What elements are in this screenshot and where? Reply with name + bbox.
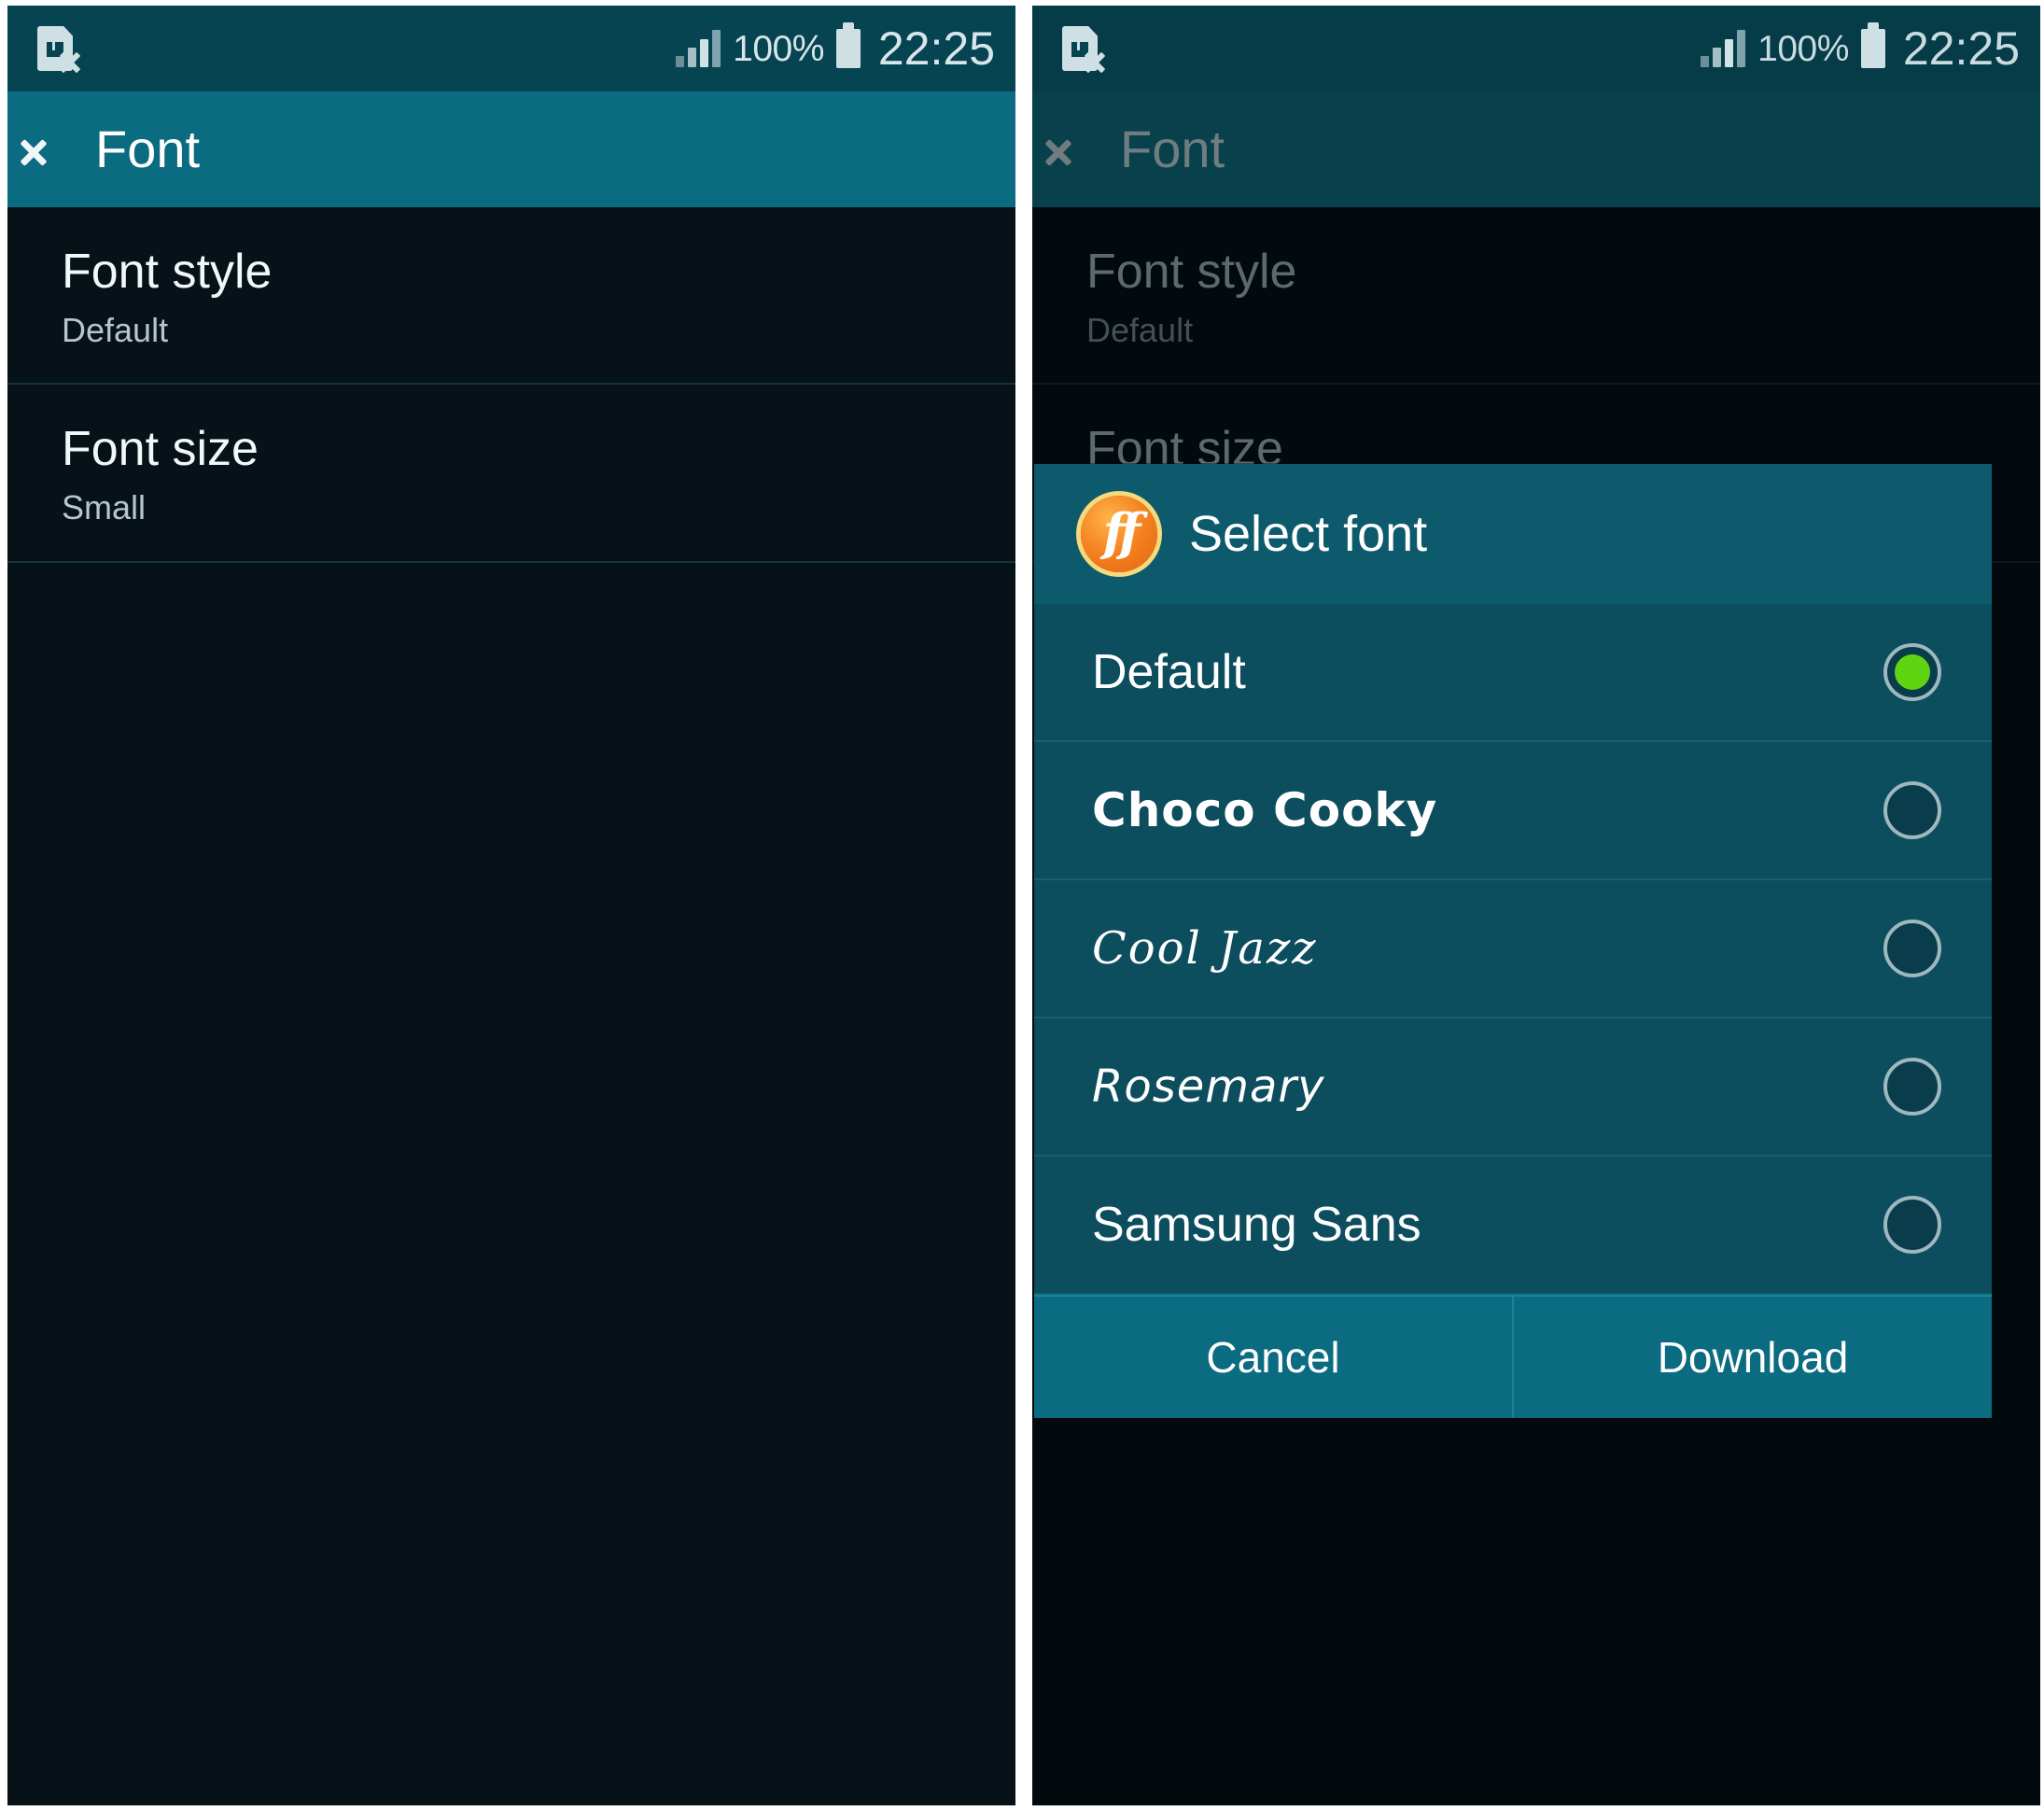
battery-percent-left: 100% [733,28,824,69]
radio-button-default[interactable] [1883,643,1941,701]
font-option-label: Choco Cooky [1092,783,1438,837]
battery-percent-right: 100% [1757,28,1849,69]
settings-list-left: Font style Default Font size Small [7,207,1015,1805]
font-option-rosemary[interactable]: Rosemary [1034,1018,1992,1157]
radio-button-cool-jazz[interactable] [1883,920,1941,977]
ff-icon-glyph: ff [1102,502,1141,562]
status-indicators-right: 100% 22:25 [1701,22,2020,75]
status-bar-right: 100% 22:25 [1032,6,2040,91]
setting-row-font-size[interactable]: Font size Small [7,385,1015,563]
font-option-label: Default [1092,645,1246,699]
back-chevron-icon[interactable] [1060,125,1092,174]
battery-full-icon [835,22,861,68]
select-font-dialog: ff Select font Default Choco Cooky Cool … [1034,464,1992,1418]
page-title-left: Font [95,119,201,178]
font-option-samsung-sans[interactable]: Samsung Sans [1034,1157,1992,1295]
radio-button-rosemary[interactable] [1883,1058,1941,1116]
setting-value: Small [62,487,147,526]
setting-value: Default [62,310,169,349]
download-button[interactable]: Download [1512,1297,1992,1418]
font-option-choco-cooky[interactable]: Choco Cooky [1034,742,1992,880]
signal-bars-icon [676,30,721,67]
no-sim-card-icon [32,21,82,77]
font-option-label: Rosemary [1092,1060,1325,1113]
setting-title: Font size [62,422,259,477]
radio-button-choco-cooky[interactable] [1883,781,1941,839]
status-indicators-left: 100% 22:25 [676,22,995,75]
font-option-default[interactable]: Default [1034,604,1992,742]
status-bar-left: 100% 22:25 [7,6,1015,91]
status-clock-left: 22:25 [877,22,995,75]
no-sim-card-icon [1057,21,1107,77]
setting-value: Default [1086,310,1194,349]
status-clock-right: 22:25 [1902,22,2020,75]
font-option-label: Cool Jazz [1092,922,1318,975]
setting-title: Font style [62,245,273,299]
radio-button-samsung-sans[interactable] [1883,1196,1941,1254]
back-chevron-icon[interactable] [35,125,67,174]
battery-full-icon [1860,22,1885,68]
dialog-button-bar: Cancel Download [1034,1295,1992,1418]
page-title-right: Font [1120,119,1225,178]
dialog-title: Select font [1189,506,1428,562]
font-option-cool-jazz[interactable]: Cool Jazz [1034,880,1992,1018]
phone-screen-right: 100% 22:25 Font Font style Default Font … [1032,6,2040,1805]
setting-title: Font style [1086,245,1297,299]
action-bar-right: Font [1032,91,2040,207]
phone-screen-left: 100% 22:25 Font Font style Default Font … [7,6,1015,1805]
cancel-button[interactable]: Cancel [1034,1297,1512,1418]
dialog-header: ff Select font [1034,464,1992,604]
action-bar-left: Font [7,91,1015,207]
font-option-label: Samsung Sans [1092,1198,1421,1252]
setting-row-font-style[interactable]: Font style Default [7,207,1015,386]
ff-font-icon: ff [1081,496,1157,572]
signal-bars-icon [1701,30,1746,67]
setting-row-font-style[interactable]: Font style Default [1032,207,2040,386]
screenshot-pair: 100% 22:25 Font Font style Default Font … [0,0,2044,1811]
